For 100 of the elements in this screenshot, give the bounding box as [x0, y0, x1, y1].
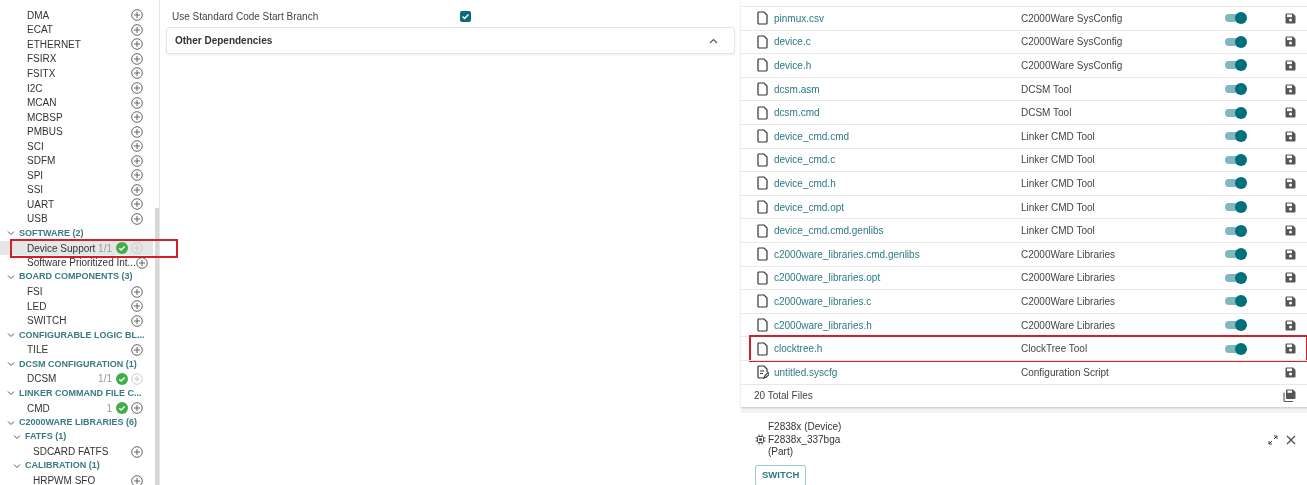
- add-icon[interactable]: [135, 256, 148, 269]
- add-icon[interactable]: [131, 169, 143, 182]
- file-link[interactable]: pinmux.csv: [774, 10, 1021, 26]
- file-link[interactable]: device_cmd.opt: [774, 199, 1021, 215]
- add-icon[interactable]: [131, 67, 143, 80]
- add-icon[interactable]: [131, 212, 143, 225]
- tree-item[interactable]: MCAN: [0, 95, 153, 110]
- file-link[interactable]: untitled.syscfg: [774, 364, 1021, 380]
- add-icon[interactable]: [131, 96, 143, 109]
- save-icon[interactable]: [1285, 295, 1296, 307]
- tree-item[interactable]: SDFM: [0, 153, 153, 168]
- tree-item[interactable]: MCBSP: [0, 109, 153, 125]
- toggle-switch[interactable]: [1225, 83, 1247, 96]
- toggle-switch[interactable]: [1225, 271, 1247, 284]
- tree-item[interactable]: DCSM 1/1: [0, 371, 153, 387]
- save-icon[interactable]: [1285, 201, 1296, 213]
- tree-group[interactable]: CALIBRATION (1): [0, 458, 153, 474]
- file-link[interactable]: dcsm.asm: [774, 81, 1021, 97]
- file-link[interactable]: device_cmd.cmd: [774, 128, 1021, 144]
- save-icon[interactable]: [1285, 130, 1296, 142]
- add-icon[interactable]: [131, 38, 143, 51]
- tree-item[interactable]: ECAT: [0, 22, 153, 38]
- toggle-switch[interactable]: [1225, 106, 1247, 119]
- tree-item[interactable]: UART: [0, 197, 153, 212]
- save-icon[interactable]: [1285, 36, 1296, 48]
- add-icon[interactable]: [131, 140, 143, 153]
- toggle-switch[interactable]: [1225, 342, 1247, 355]
- file-link[interactable]: device_cmd.c: [774, 152, 1021, 168]
- save-icon[interactable]: [1285, 319, 1296, 331]
- tree-item[interactable]: SSI: [0, 182, 153, 198]
- add-icon[interactable]: [131, 111, 143, 124]
- toggle-switch[interactable]: [1225, 130, 1247, 143]
- tree-item[interactable]: SDCARD FATFS: [0, 444, 153, 459]
- toggle-switch[interactable]: [1225, 201, 1247, 214]
- toggle-switch[interactable]: [1225, 35, 1247, 48]
- add-icon[interactable]: [131, 82, 143, 94]
- add-icon[interactable]: [131, 154, 143, 167]
- chevron-icon[interactable]: [709, 37, 718, 44]
- add-icon[interactable]: [131, 23, 143, 36]
- save-icon[interactable]: [1285, 177, 1296, 189]
- tree-item[interactable]: Software Prioritized Int...: [0, 255, 153, 270]
- tree-item[interactable]: SWITCH: [0, 313, 153, 329]
- add-icon[interactable]: [131, 9, 143, 22]
- tree-group[interactable]: CONFIGURABLE LOGIC BL...: [0, 328, 153, 343]
- add-icon[interactable]: [131, 300, 143, 313]
- tree-item[interactable]: FSIRX: [0, 51, 153, 67]
- add-icon[interactable]: [131, 183, 143, 196]
- tree-item[interactable]: PMBUS: [0, 124, 153, 139]
- tree-group[interactable]: SOFTWARE (2): [0, 226, 153, 241]
- accordion-header[interactable]: Other Dependencies: [166, 27, 735, 54]
- toggle-switch[interactable]: [1225, 153, 1247, 166]
- expand-icon[interactable]: [1268, 434, 1278, 445]
- close-icon[interactable]: [1286, 434, 1296, 445]
- checkbox[interactable]: [460, 10, 471, 22]
- add-icon[interactable]: [131, 445, 143, 458]
- toggle-switch[interactable]: [1225, 59, 1247, 72]
- tree-group[interactable]: C2000WARE LIBRARIES (6): [0, 415, 153, 430]
- switch-button[interactable]: SWITCH: [755, 464, 807, 485]
- save-icon[interactable]: [1285, 83, 1296, 95]
- file-link[interactable]: device_cmd.h: [774, 175, 1021, 191]
- save-all-icon[interactable]: [1283, 389, 1296, 403]
- tree-group[interactable]: BOARD COMPONENTS (3): [0, 269, 153, 285]
- save-icon[interactable]: [1285, 366, 1296, 378]
- tree-item[interactable]: LED: [0, 298, 153, 314]
- tree-item[interactable]: SPI: [0, 168, 153, 183]
- save-icon[interactable]: [1285, 248, 1296, 260]
- add-icon[interactable]: [131, 402, 143, 415]
- add-icon[interactable]: [131, 314, 143, 327]
- file-link[interactable]: c2000ware_libraries.h: [774, 317, 1021, 333]
- tree-item[interactable]: FSI: [0, 284, 153, 299]
- toggle-switch[interactable]: [1225, 12, 1247, 25]
- file-link[interactable]: c2000ware_libraries.c: [774, 293, 1021, 309]
- toggle-switch[interactable]: [1225, 248, 1247, 261]
- add-icon[interactable]: [131, 474, 143, 485]
- tree-group[interactable]: FATFS (1): [0, 429, 153, 445]
- save-icon[interactable]: [1285, 272, 1296, 284]
- save-icon[interactable]: [1285, 154, 1296, 166]
- file-link[interactable]: device_cmd.cmd.genlibs: [774, 223, 1021, 239]
- tree-item[interactable]: CMD 1: [0, 400, 153, 416]
- tree-item[interactable]: ETHERNET: [0, 37, 153, 52]
- tree-item[interactable]: HRPWM SFO: [0, 473, 153, 485]
- file-link[interactable]: clocktree.h: [774, 341, 1021, 357]
- add-icon[interactable]: [131, 52, 143, 65]
- tree-item[interactable]: USB: [0, 211, 153, 227]
- file-link[interactable]: dcsm.cmd: [774, 105, 1021, 121]
- tree-group[interactable]: DCSM CONFIGURATION (1): [0, 357, 153, 372]
- tree-item[interactable]: I2C: [0, 80, 153, 96]
- tree-group[interactable]: LINKER COMMAND FILE C...: [0, 386, 153, 401]
- tree-item[interactable]: DMA: [0, 8, 153, 23]
- save-icon[interactable]: [1285, 60, 1296, 71]
- file-link[interactable]: device.h: [774, 58, 1021, 73]
- add-icon[interactable]: [131, 285, 143, 298]
- save-icon[interactable]: [1285, 343, 1296, 355]
- add-icon[interactable]: [131, 125, 143, 138]
- toggle-switch[interactable]: [1225, 224, 1247, 237]
- toggle-switch[interactable]: [1225, 319, 1247, 331]
- file-link[interactable]: c2000ware_libraries.cmd.genlibs: [774, 246, 1021, 262]
- save-icon[interactable]: [1285, 225, 1296, 237]
- file-link[interactable]: device.c: [774, 34, 1021, 50]
- toggle-switch[interactable]: [1225, 295, 1247, 308]
